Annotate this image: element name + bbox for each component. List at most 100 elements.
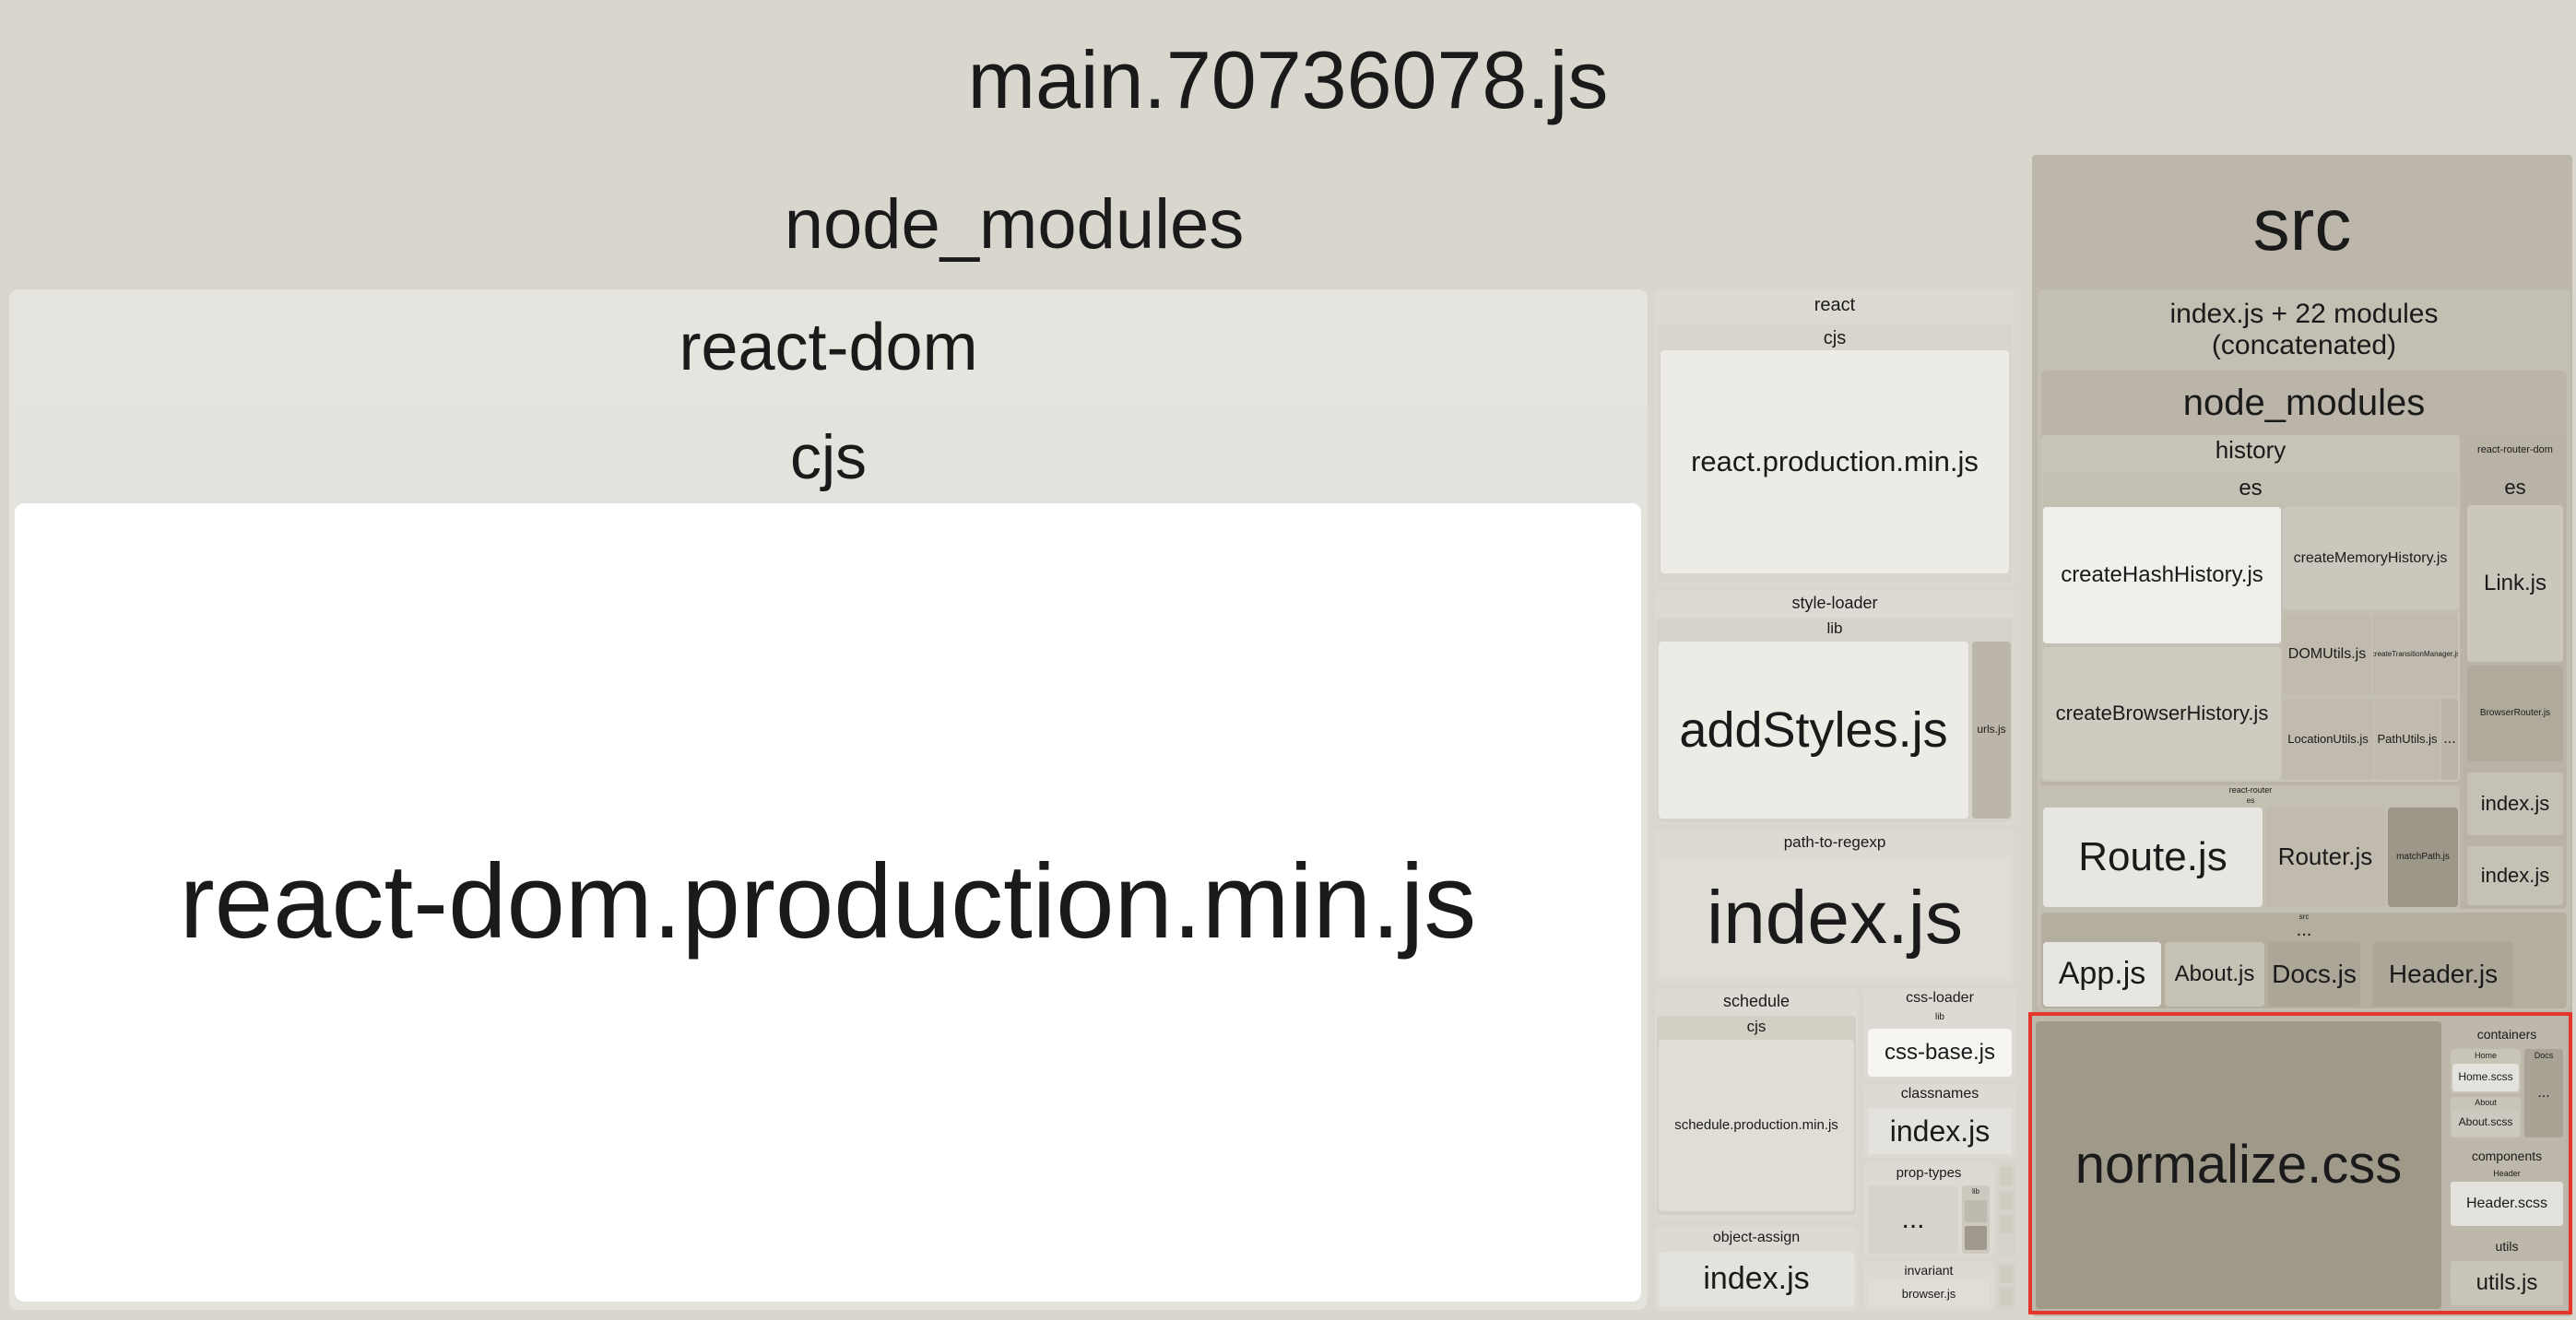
schedule-production-file[interactable]: schedule.production.min.js	[1659, 1040, 1854, 1211]
rrd-index-1-label: index.js	[2480, 792, 2550, 816]
header-label: Header.js	[2388, 959, 2499, 988]
docs-file[interactable]: Docs.js	[2268, 942, 2360, 1007]
react-router-group[interactable]: react-router es Route.js Router.js match…	[2041, 785, 2460, 909]
react-group[interactable]: react cjs react.production.min.js	[1655, 289, 2015, 584]
css-loader-group[interactable]: css-loader lib css-base.js	[1864, 988, 2015, 1080]
misc-file-5[interactable]	[2000, 1287, 2013, 1305]
react-cjs-label: cjs	[1823, 328, 1847, 348]
css-base-label: css-base.js	[1884, 1040, 1996, 1066]
urls-file[interactable]: urls.js	[1972, 642, 2011, 819]
react-dom-group[interactable]: react-dom cjs react-dom.production.min.j…	[9, 289, 1648, 1310]
link-file[interactable]: Link.js	[2467, 505, 2563, 662]
react-router-dom-es-label: es	[2504, 476, 2526, 499]
path-to-regexp-label: path-to-regexp	[1783, 833, 1886, 851]
invariant-browser-label: browser.js	[1901, 1286, 1956, 1301]
react-dom-cjs-label: cjs	[789, 422, 868, 492]
classnames-group[interactable]: classnames index.js	[1864, 1084, 2015, 1158]
style-loader-group[interactable]: style-loader lib addStyles.js urls.js	[1655, 590, 2015, 824]
history-more-files[interactable]: ...	[2441, 699, 2458, 780]
link-label: Link.js	[2483, 571, 2547, 596]
header-file[interactable]: Header.js	[2373, 942, 2513, 1007]
create-transition-manager-label: createTransitionManager.js	[2373, 650, 2458, 659]
react-dom-label: react-dom	[679, 311, 978, 384]
prop-types-lib-file-1[interactable]	[1965, 1200, 1987, 1222]
invariant-label: invariant	[1904, 1263, 1954, 1278]
classnames-index-file[interactable]: index.js	[1868, 1108, 2012, 1154]
prop-types-lib-group[interactable]: lib	[1962, 1185, 1990, 1254]
classnames-label: classnames	[1900, 1086, 1979, 1102]
prop-types-ellipsis: ...	[1901, 1203, 1925, 1234]
app-file[interactable]: App.js	[2043, 942, 2161, 1007]
inner-node-modules-label: node_modules	[2182, 383, 2426, 423]
history-label: history	[2215, 436, 2286, 464]
inner-src-more: ...	[2296, 920, 2312, 940]
invariant-group[interactable]: invariant browser.js	[1864, 1261, 1993, 1311]
app-label: App.js	[2058, 956, 2146, 992]
prop-types-group[interactable]: prop-types ... lib	[1864, 1163, 1993, 1257]
match-path-file[interactable]: matchPath.js	[2388, 807, 2458, 907]
style-loader-lib-group[interactable]: lib addStyles.js urls.js	[1657, 618, 2013, 822]
react-production-file[interactable]: react.production.min.js	[1660, 350, 2009, 573]
css-base-file[interactable]: css-base.js	[1868, 1029, 2012, 1077]
object-assign-index-file[interactable]: index.js	[1659, 1252, 1854, 1307]
misc-file-4[interactable]	[2000, 1265, 2013, 1283]
schedule-production-label: schedule.production.min.js	[1674, 1117, 1838, 1134]
inner-src-group[interactable]: src ... App.js About.js Docs.js Header.j…	[2041, 913, 2567, 1008]
react-dom-cjs-group[interactable]: cjs react-dom.production.min.js	[9, 405, 1648, 1310]
route-file[interactable]: Route.js	[2043, 807, 2263, 907]
prop-types-lib-file-2[interactable]	[1965, 1226, 1987, 1250]
path-utils-file[interactable]: PathUtils.js	[2375, 699, 2440, 780]
schedule-cjs-group[interactable]: cjs schedule.production.min.js	[1657, 1016, 1856, 1215]
react-dom-production-file[interactable]: react-dom.production.min.js	[15, 503, 1641, 1302]
about-file[interactable]: About.js	[2165, 942, 2264, 1007]
create-hash-history-file[interactable]: createHashHistory.js	[2043, 507, 2281, 643]
root-label: main.70736078.js	[967, 34, 1609, 125]
misc-file-1[interactable]	[2000, 1167, 2013, 1185]
add-styles-label: addStyles.js	[1679, 701, 1948, 758]
route-label: Route.js	[2078, 833, 2227, 879]
match-path-label: matchPath.js	[2396, 852, 2450, 863]
location-utils-file[interactable]: LocationUtils.js	[2283, 699, 2373, 780]
css-loader-label: css-loader	[1906, 990, 1974, 1006]
react-production-label: react.production.min.js	[1691, 445, 1979, 478]
dom-utils-label: DOMUtils.js	[2287, 645, 2367, 662]
misc-module-box-2[interactable]	[1997, 1261, 2015, 1311]
misc-file-2[interactable]	[2000, 1191, 2013, 1209]
index-concat-line1: index.js + 22 modules	[2169, 299, 2439, 329]
router-label: Router.js	[2277, 843, 2373, 871]
schedule-group[interactable]: schedule cjs schedule.production.min.js	[1655, 988, 1858, 1219]
path-to-regexp-index-label: index.js	[1706, 875, 1964, 960]
rrd-index-1-file[interactable]: index.js	[2467, 772, 2563, 835]
index-concat-line2: (concatenated)	[2211, 330, 2397, 360]
create-memory-history-file[interactable]: createMemoryHistory.js	[2283, 507, 2458, 610]
invariant-browser-file[interactable]: browser.js	[1868, 1281, 1990, 1307]
add-styles-file[interactable]: addStyles.js	[1659, 642, 1968, 819]
rrd-index-2-file[interactable]: index.js	[2467, 846, 2563, 905]
misc-file-3[interactable]	[2000, 1215, 2013, 1233]
dom-utils-file[interactable]: DOMUtils.js	[2283, 614, 2371, 695]
path-to-regexp-index-file[interactable]: index.js	[1659, 857, 2011, 979]
style-loader-lib-label: lib	[1826, 619, 1843, 637]
react-label: react	[1814, 295, 1856, 315]
css-loader-lib-label: lib	[1934, 1012, 1944, 1022]
object-assign-group[interactable]: object-assign index.js	[1655, 1226, 1858, 1311]
browser-router-file[interactable]: BrowserRouter.js	[2467, 666, 2563, 761]
react-router-dom-group[interactable]: react-router-dom es Link.js BrowserRoute…	[2464, 435, 2567, 909]
router-file[interactable]: Router.js	[2266, 807, 2384, 907]
react-cjs-group[interactable]: cjs react.production.min.js	[1657, 324, 2013, 583]
create-browser-history-file[interactable]: createBrowserHistory.js	[2043, 647, 2281, 780]
path-to-regexp-group[interactable]: path-to-regexp index.js	[1655, 830, 2015, 983]
create-transition-manager-file[interactable]: createTransitionManager.js	[2373, 614, 2458, 695]
misc-module-box[interactable]	[1997, 1163, 2015, 1257]
classnames-index-label: index.js	[1889, 1114, 1991, 1148]
object-assign-label: object-assign	[1712, 1230, 1801, 1245]
schedule-cjs-label: cjs	[1746, 1018, 1767, 1035]
prop-types-lib-label: lib	[1971, 1187, 1979, 1196]
react-router-dom-label: react-router-dom	[2477, 444, 2553, 455]
selection-highlight	[2028, 1012, 2572, 1314]
src-label: src	[2252, 183, 2352, 265]
create-hash-history-label: createHashHistory.js	[2061, 562, 2263, 588]
react-router-es-label: es	[2246, 796, 2255, 805]
history-es-label: es	[2239, 476, 2263, 501]
prop-types-files[interactable]: ...	[1868, 1185, 1958, 1254]
